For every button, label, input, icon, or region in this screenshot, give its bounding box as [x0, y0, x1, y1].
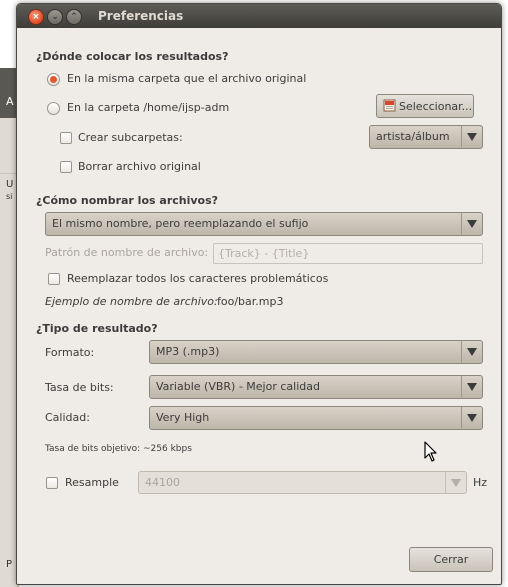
- maximize-window-button[interactable]: ⌃: [66, 9, 82, 25]
- pattern-input[interactable]: {Track} - {Title}: [213, 243, 483, 264]
- maximize-icon: ⌃: [70, 12, 78, 22]
- window-title: Preferencias: [98, 9, 184, 23]
- pattern-input-value: {Track} - {Title}: [218, 247, 310, 260]
- quality-combo-value: Very High: [156, 411, 210, 424]
- example-value: foo/bar.mp3: [217, 295, 284, 308]
- example-label: Ejemplo de nombre de archivo:: [45, 295, 218, 308]
- select-folder-button[interactable]: Seleccionar...: [376, 94, 474, 118]
- chevron-down-icon: [461, 126, 482, 147]
- custom-folder-label: En la carpeta /home/ijsp-adm: [67, 101, 230, 114]
- minimize-icon: ⌄: [51, 12, 59, 22]
- chevron-down-icon: [461, 407, 482, 428]
- folder-icon: [383, 99, 396, 112]
- chevron-down-icon: [461, 376, 482, 397]
- chevron-down-icon: [461, 341, 482, 362]
- naming-combo-value: El mismo nombre, pero reemplazando el su…: [52, 217, 309, 230]
- close-button-label: Cerrar: [433, 553, 469, 566]
- close-button[interactable]: Cerrar: [409, 547, 493, 572]
- close-window-button[interactable]: ×: [28, 9, 44, 25]
- delete-original-checkbox[interactable]: [60, 161, 72, 173]
- background-window-row-sub: si: [6, 192, 13, 201]
- naming-heading: ¿Cómo nombrar los archivos?: [36, 194, 219, 207]
- background-window-bottom: P: [6, 559, 13, 570]
- titlebar: × ⌄ ⌃ Preferencias: [17, 4, 501, 28]
- pattern-label: Patrón de nombre de archivo:: [45, 246, 209, 259]
- destination-heading: ¿Dónde colocar los resultados?: [36, 50, 229, 63]
- resample-label: Resample: [65, 476, 119, 489]
- resample-unit: Hz: [473, 476, 488, 489]
- format-combo[interactable]: MP3 (.mp3): [149, 340, 483, 364]
- format-label: Formato:: [45, 346, 95, 359]
- resample-combo[interactable]: 44100: [138, 471, 467, 494]
- subfolders-combo-value: artista/álbum: [376, 130, 450, 143]
- target-bitrate-label: Tasa de bits objetivo: ~256 kbps: [45, 444, 192, 454]
- close-icon: ×: [32, 12, 40, 22]
- bitrate-combo[interactable]: Variable (VBR) - Mejor calidad: [149, 375, 483, 399]
- background-window-row: U: [6, 179, 14, 190]
- quality-combo[interactable]: Very High: [149, 406, 483, 430]
- create-subfolders-checkbox[interactable]: [60, 132, 72, 144]
- same-folder-radio[interactable]: [47, 73, 60, 86]
- replace-chars-checkbox[interactable]: [48, 273, 60, 285]
- resample-combo-value: 44100: [145, 476, 180, 489]
- create-subfolders-label: Crear subcarpetas:: [78, 131, 183, 144]
- naming-combo[interactable]: El mismo nombre, pero reemplazando el su…: [45, 212, 483, 236]
- format-combo-value: MP3 (.mp3): [156, 345, 220, 358]
- custom-folder-radio[interactable]: [47, 102, 60, 115]
- select-folder-label: Seleccionar...: [399, 100, 473, 113]
- replace-chars-label: Reemplazar todos los caracteres problemá…: [67, 272, 329, 285]
- chevron-down-icon: [461, 213, 482, 234]
- delete-original-label: Borrar archivo original: [78, 160, 201, 173]
- preferences-dialog: × ⌄ ⌃ Preferencias ¿Dónde colocar los re…: [16, 3, 502, 585]
- same-folder-label: En la misma carpeta que el archivo origi…: [67, 72, 307, 85]
- bitrate-combo-value: Variable (VBR) - Mejor calidad: [156, 380, 320, 393]
- bitrate-label: Tasa de bits:: [45, 381, 114, 394]
- subfolders-combo[interactable]: artista/álbum: [369, 125, 483, 149]
- resample-checkbox[interactable]: [46, 477, 58, 489]
- minimize-window-button[interactable]: ⌄: [47, 9, 63, 25]
- dialog-content: ¿Dónde colocar los resultados? En la mis…: [17, 28, 501, 584]
- quality-label: Calidad:: [45, 411, 90, 424]
- background-window-title: A: [6, 95, 14, 108]
- chevron-down-icon: [445, 472, 466, 493]
- result-type-heading: ¿Tipo de resultado?: [36, 322, 158, 335]
- mouse-cursor-icon: [424, 441, 437, 462]
